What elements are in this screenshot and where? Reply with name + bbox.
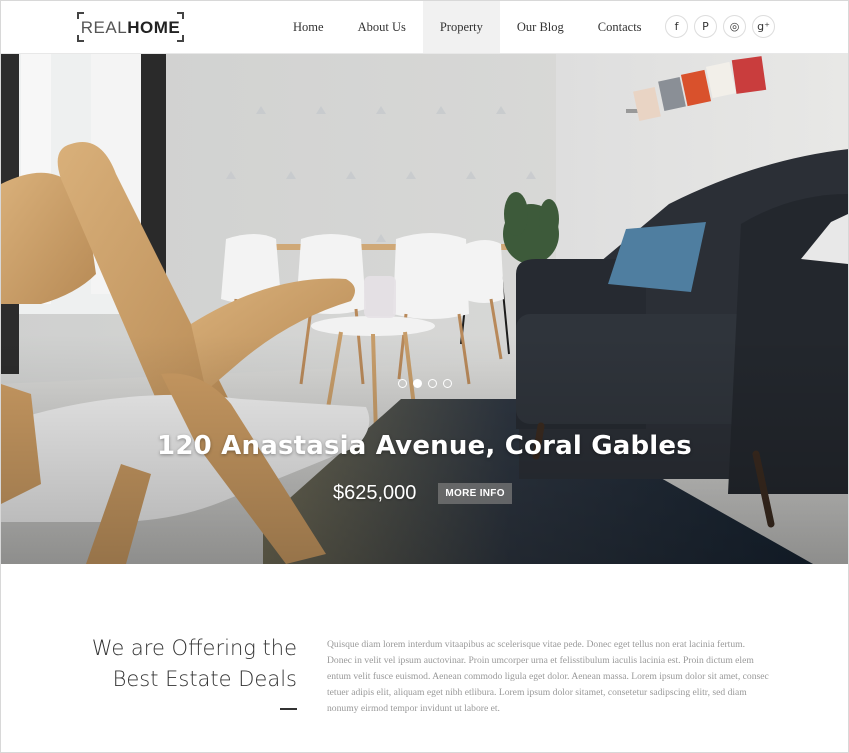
main-nav: Home About Us Property Our Blog Contacts [276,1,659,53]
pinterest-icon[interactable]: P [694,15,717,38]
nav-home[interactable]: Home [276,1,341,53]
offer-heading-line1: We are Offering the [91,636,297,660]
site-header: REALHOME Home About Us Property Our Blog… [1,1,848,54]
hero-price-row: $625,000 MORE INFO [333,482,512,505]
logo-text-bold: HOME [127,18,181,37]
heading-divider [280,708,297,710]
offer-heading-line2: Best Estate Deals [112,667,297,691]
hero-price: $625,000 [333,482,417,504]
logo-text-light: REAL [80,18,128,37]
slider-dot[interactable] [428,379,437,388]
more-info-button[interactable]: MORE INFO [438,483,512,504]
nav-our-blog[interactable]: Our Blog [500,1,581,53]
googleplus-icon[interactable]: g⁺ [752,15,775,38]
slider-dot-active[interactable] [413,379,422,388]
nav-contacts[interactable]: Contacts [581,1,659,53]
slider-dot[interactable] [443,379,452,388]
hero-slider[interactable]: 120 Anastasia Avenue, Coral Gables $625,… [1,54,848,564]
offer-heading: We are Offering the Best Estate Deals [92,633,297,695]
slider-dots [398,379,452,388]
facebook-icon[interactable]: f [665,15,688,38]
social-links: f P ◎ g⁺ [665,15,775,38]
slider-dot[interactable] [398,379,407,388]
logo[interactable]: REALHOME [77,12,184,42]
nav-about-us[interactable]: About Us [341,1,423,53]
nav-property[interactable]: Property [422,1,500,53]
instagram-icon[interactable]: ◎ [723,15,746,38]
hero-title: 120 Anastasia Avenue, Coral Gables [157,431,692,461]
offer-body-text: Quisque diam lorem interdum vitaapibus a… [327,639,769,714]
